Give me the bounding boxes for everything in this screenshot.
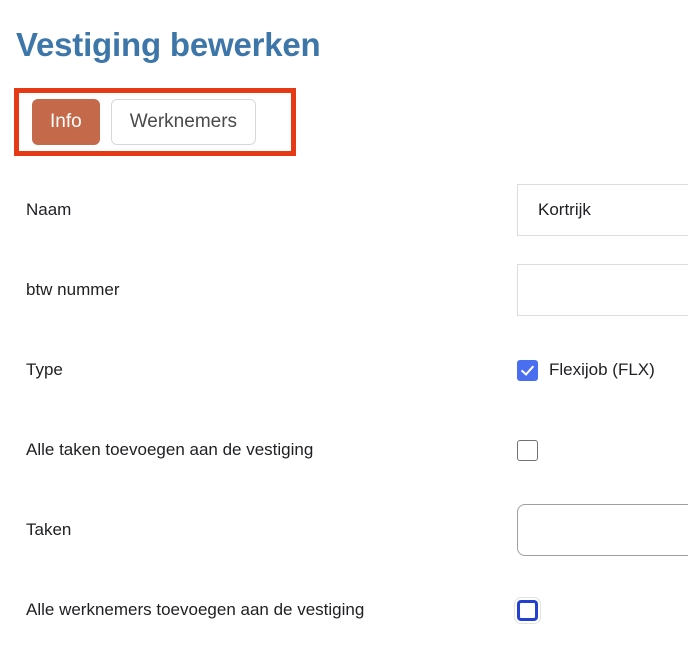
control-alle-werknemers [517, 570, 538, 650]
flexijob-checkbox-group[interactable]: Flexijob (FLX) [517, 359, 655, 381]
control-alle-taken [517, 410, 538, 490]
label-alle-werknemers: Alle werknemers toevoegen aan de vestigi… [26, 600, 365, 619]
form-row-btw-nummer: btw nummer [0, 250, 688, 330]
form-row-naam: Naam [0, 170, 688, 250]
page-title: Vestiging bewerken [16, 26, 321, 64]
alle-werknemers-checkbox[interactable] [517, 599, 538, 621]
taken-input[interactable] [517, 504, 688, 556]
label-alle-taken: Alle taken toevoegen aan de vestiging [26, 440, 314, 459]
naam-input[interactable] [517, 184, 688, 236]
tab-info-label: Info [50, 111, 82, 132]
edit-vestiging-form: Naam btw nummer Type Flexijob (FLX) Alle… [0, 170, 688, 650]
tab-werknemers[interactable]: Werknemers [110, 99, 257, 145]
flexijob-checkbox[interactable] [517, 359, 538, 381]
flexijob-checkbox-label: Flexijob (FLX) [549, 360, 655, 379]
tab-info[interactable]: Info [32, 99, 100, 145]
label-naam: Naam [26, 200, 72, 219]
tab-werknemers-label: Werknemers [129, 111, 238, 132]
label-type: Type [26, 360, 63, 379]
control-btw-nummer [517, 250, 688, 330]
form-row-alle-werknemers: Alle werknemers toevoegen aan de vestigi… [0, 570, 688, 650]
tab-bar: Info Werknemers [19, 93, 291, 151]
alle-taken-checkbox[interactable] [517, 439, 538, 461]
tab-bar-highlight: Info Werknemers [14, 88, 296, 156]
control-taken [517, 490, 688, 570]
form-row-type: Type Flexijob (FLX) [0, 330, 688, 410]
label-btw-nummer: btw nummer [26, 280, 120, 299]
control-naam [517, 170, 688, 250]
form-row-alle-taken: Alle taken toevoegen aan de vestiging [0, 410, 688, 490]
btw-nummer-input[interactable] [517, 264, 688, 316]
label-taken: Taken [26, 520, 72, 539]
control-type: Flexijob (FLX) [517, 330, 655, 410]
form-row-taken: Taken [0, 490, 688, 570]
